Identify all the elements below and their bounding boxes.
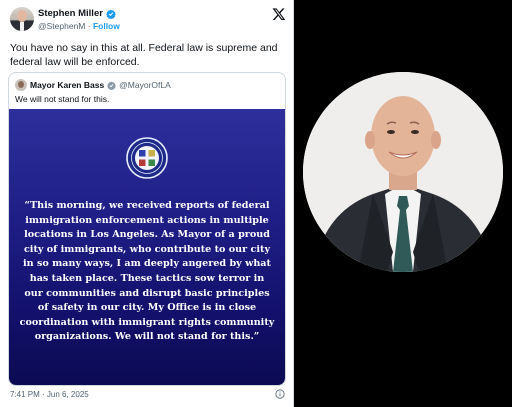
author-handle[interactable]: @StephenM [38, 21, 85, 31]
handle-separator: · [85, 21, 93, 31]
tweet-timestamp[interactable]: 7:41 PM · Jun 6, 2025 [10, 390, 89, 399]
author-display-name[interactable]: Stephen Miller [38, 8, 103, 19]
x-logo-icon[interactable] [272, 7, 286, 21]
quoted-author-handle: @MayorOfLA [119, 80, 171, 90]
quoted-tweet-image[interactable]: “This morning, we received reports of fe… [9, 109, 285, 385]
quoted-tweet-header: Mayor Karen Bass @MayorOfLA [15, 79, 171, 91]
portrait-photo [303, 72, 503, 272]
verified-badge-icon [106, 9, 116, 19]
author-avatar[interactable] [10, 7, 34, 31]
tweet-text: You have no say in this at all. Federal … [10, 42, 278, 68]
author-handle-row: @StephenM · Follow [38, 21, 120, 31]
follow-button[interactable]: Follow [93, 21, 120, 31]
tweet-card: Stephen Miller @StephenM · Follow You ha… [0, 0, 294, 407]
city-seal-icon [126, 137, 168, 179]
quoted-image-statement: “This morning, we received reports of fe… [19, 200, 275, 343]
tweet-header: Stephen Miller @StephenM · Follow [10, 7, 288, 35]
quoted-author-avatar [15, 79, 27, 91]
info-icon[interactable] [275, 389, 285, 399]
quoted-author-name: Mayor Karen Bass [30, 80, 105, 90]
author-name-row: Stephen Miller [38, 8, 116, 19]
verified-badge-icon [107, 81, 117, 90]
quoted-tweet[interactable]: Mayor Karen Bass @MayorOfLA We will not … [8, 72, 286, 386]
quoted-tweet-text: We will not stand for this. [15, 94, 110, 104]
